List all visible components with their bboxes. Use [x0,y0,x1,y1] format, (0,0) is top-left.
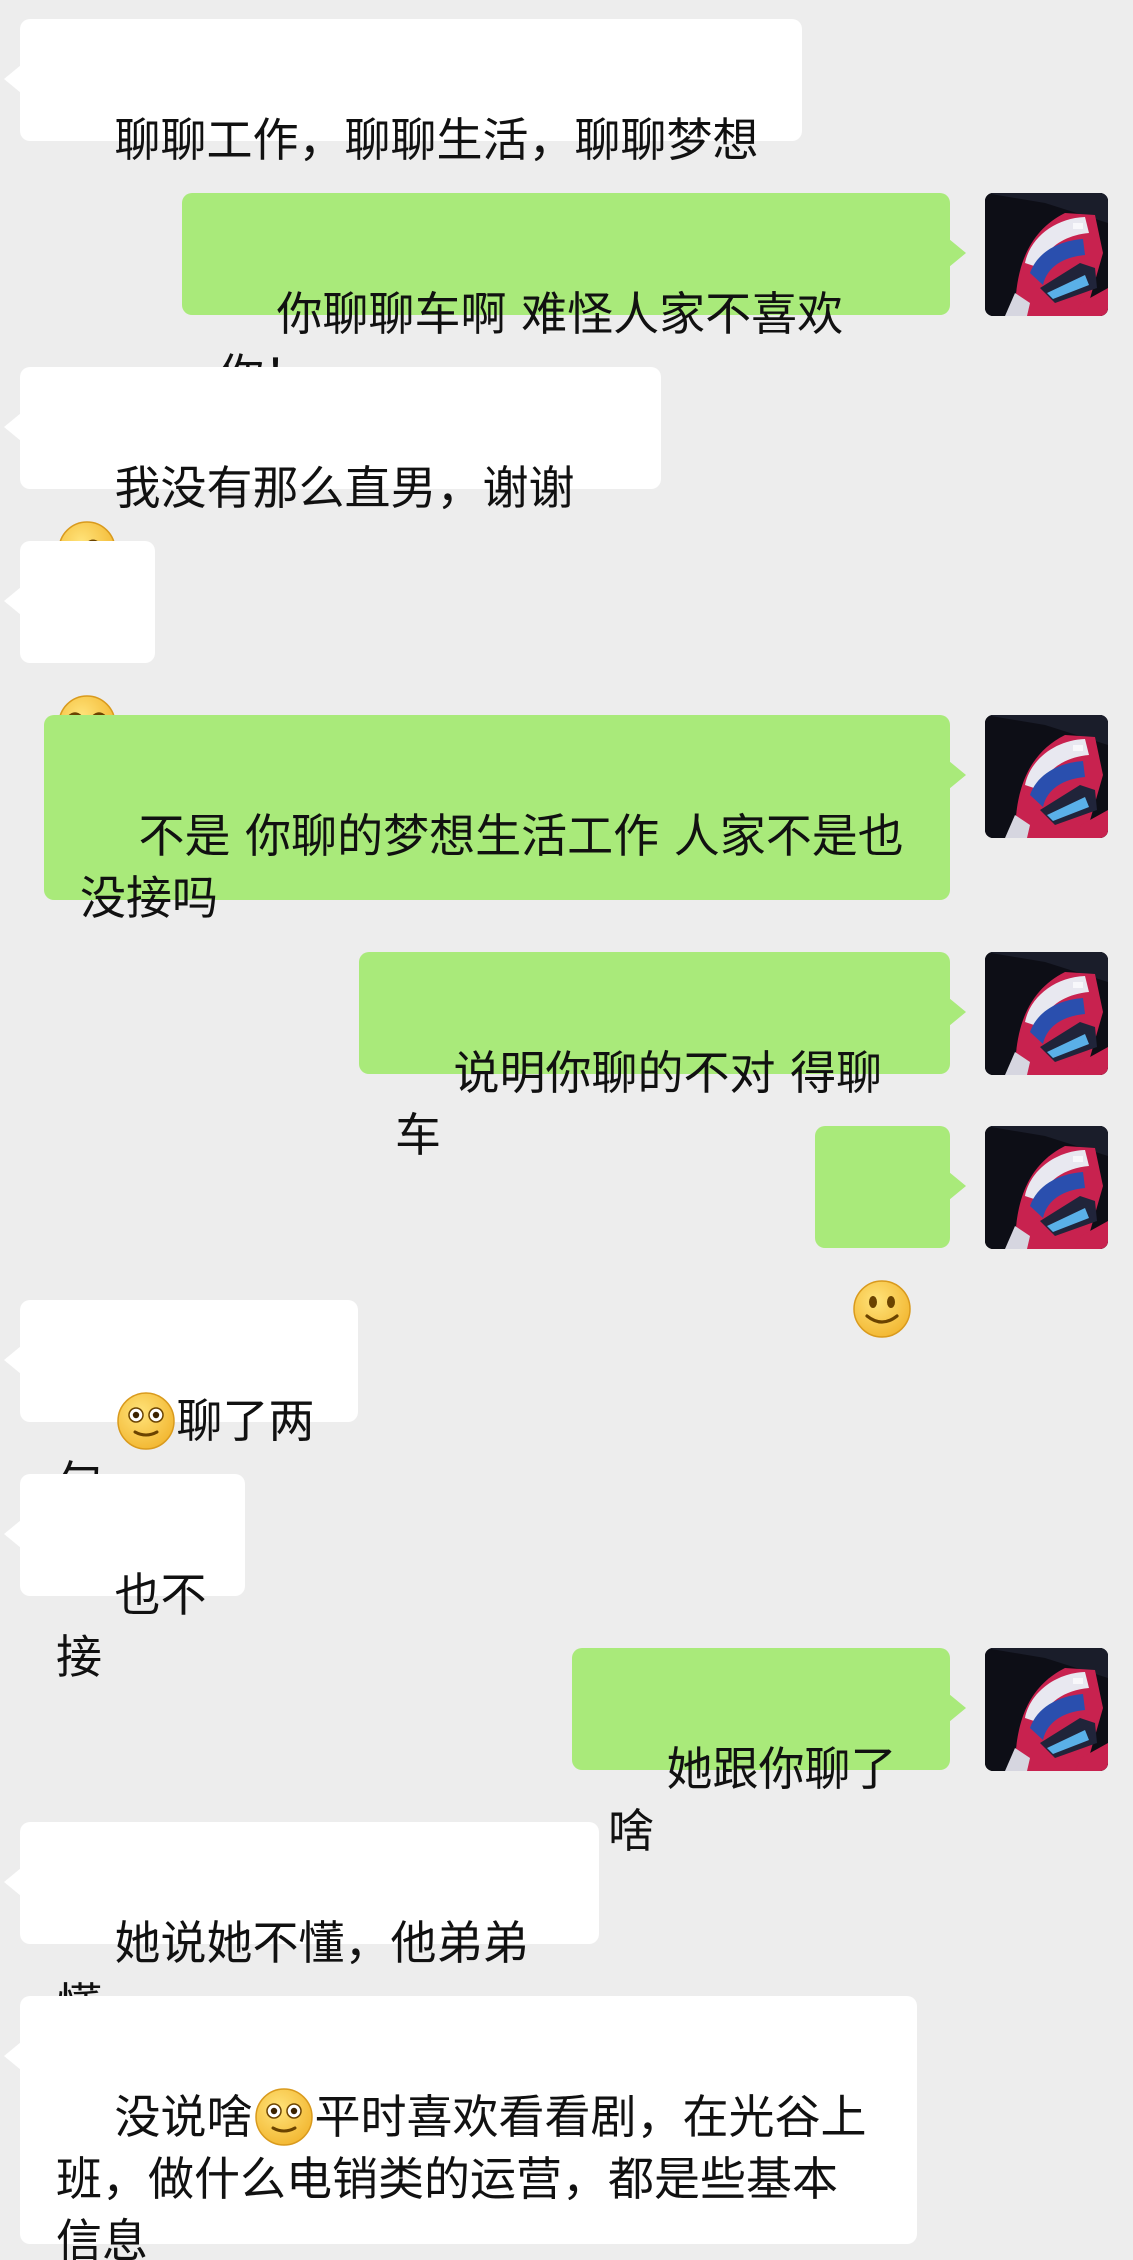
message-bubble-outgoing[interactable]: 她跟你聊了啥 [572,1648,966,1858]
avatar[interactable] [985,952,1108,1075]
racing-helmet-avatar-icon [985,193,1108,316]
message-text: 说明你聊的不对 得聊车 [395,1046,883,1162]
avatar[interactable] [985,193,1108,316]
message-text: 没说啥 [114,2090,253,2144]
message-bubble-incoming[interactable]: 聊了两句 [4,1300,358,1510]
message-bubble-incoming[interactable]: 她说她不懂，他弟弟懂 [4,1822,599,2032]
smile-emoji-icon [851,1278,913,1340]
message-text: 她跟你聊了啥 [608,1742,897,1858]
message-text: 聊聊工作，聊聊生活，聊聊梦想 [114,113,759,167]
message-bubble-outgoing[interactable] [815,1126,966,1248]
message-bubble-incoming[interactable]: 聊聊工作，聊聊生活，聊聊梦想 [4,19,802,167]
message-bubble-incoming[interactable]: 也不接 [4,1474,245,1684]
message-text: 也不接 [56,1568,207,1684]
message-bubble-outgoing[interactable]: 你聊聊车啊 难怪人家不喜欢你！ [182,193,966,403]
racing-helmet-avatar-icon [985,1126,1108,1249]
avatar[interactable] [985,715,1108,838]
racing-helmet-avatar-icon [985,1648,1108,1771]
message-bubble-outgoing[interactable]: 说明你聊的不对 得聊车 [359,952,966,1162]
racing-helmet-avatar-icon [985,715,1108,838]
chat-view: 聊聊工作，聊聊生活，聊聊梦想 你聊聊车啊 难怪人家不喜欢你！ 我没有那么直男，谢… [0,0,1133,2260]
racing-helmet-avatar-icon [985,952,1108,1075]
message-bubble-incoming[interactable]: 没说啥 平时喜欢看看剧，在光谷上班，做什么电销类的运营，都是些基本信息 [4,1996,917,2260]
awkward-smile-emoji-icon [115,1390,177,1452]
message-bubble-incoming[interactable] [4,541,155,663]
awkward-smile-emoji-icon [253,2086,315,2148]
message-text: 不是 你聊的梦想生活工作 人家不是也没接吗 [80,809,904,925]
avatar[interactable] [985,1126,1108,1249]
message-text: 我没有那么直男，谢谢 [114,461,575,515]
message-bubble-incoming[interactable]: 我没有那么直男，谢谢 [4,367,661,489]
avatar[interactable] [985,1648,1108,1771]
message-bubble-outgoing[interactable]: 不是 你聊的梦想生活工作 人家不是也没接吗 [44,715,966,925]
